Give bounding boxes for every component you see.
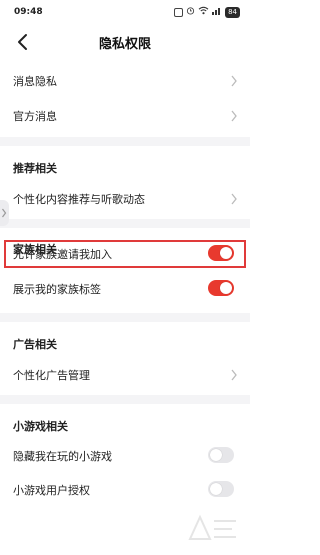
chevron-right-icon — [230, 75, 238, 87]
personalized-ads-row[interactable]: 个性化广告管理 — [0, 362, 250, 388]
watermark-logo — [184, 509, 244, 549]
status-icons: 84 — [174, 6, 240, 18]
alarm-icon — [186, 6, 195, 18]
highlight-box — [4, 240, 246, 268]
status-time: 09:48 — [14, 7, 43, 17]
side-drawer-handle[interactable] — [0, 200, 9, 226]
ads-section-title: 广告相关 — [13, 338, 57, 351]
minigame-auth-row: 小游戏用户授权 — [0, 477, 250, 503]
minigame-auth-label: 小游戏用户授权 — [13, 484, 90, 497]
chevron-right-icon — [230, 110, 238, 122]
notification-icon — [174, 7, 184, 17]
toggle-knob — [220, 282, 232, 294]
hide-minigames-row: 隐藏我在玩的小游戏 — [0, 443, 250, 469]
page-title: 隐私权限 — [98, 37, 151, 52]
message-privacy-label: 消息隐私 — [13, 75, 57, 88]
section-divider — [0, 313, 250, 322]
hide-minigames-label: 隐藏我在玩的小游戏 — [13, 450, 112, 463]
show-family-tag-toggle[interactable] — [208, 280, 234, 296]
show-family-tag-row: 展示我的家族标签 — [0, 276, 250, 302]
section-divider — [0, 395, 250, 404]
header: 隐私权限 — [0, 24, 250, 60]
personalized-ads-label: 个性化广告管理 — [13, 369, 90, 382]
personalized-content-label: 个性化内容推荐与听歌动态 — [13, 193, 145, 206]
personalized-content-row[interactable]: 个性化内容推荐与听歌动态 — [0, 186, 250, 212]
status-bar: 09:48 84 — [0, 0, 250, 24]
chevron-right-icon — [2, 208, 7, 218]
wifi-icon — [198, 6, 209, 18]
chevron-right-icon — [230, 369, 238, 381]
toggle-knob — [210, 483, 222, 495]
show-family-tag-label: 展示我的家族标签 — [13, 283, 101, 296]
battery-icon: 84 — [225, 6, 240, 18]
official-messages-label: 官方消息 — [13, 110, 57, 123]
message-privacy-row[interactable]: 消息隐私 — [0, 68, 250, 94]
section-divider — [0, 137, 250, 146]
chevron-right-icon — [230, 193, 238, 205]
section-divider — [0, 219, 250, 228]
recommend-section-title: 推荐相关 — [13, 162, 57, 175]
minigame-section-title: 小游戏相关 — [13, 420, 68, 433]
official-messages-row[interactable]: 官方消息 — [0, 103, 250, 129]
toggle-knob — [210, 449, 222, 461]
hide-minigames-toggle[interactable] — [208, 447, 234, 463]
signal-icon — [212, 6, 222, 18]
minigame-auth-toggle[interactable] — [208, 481, 234, 497]
